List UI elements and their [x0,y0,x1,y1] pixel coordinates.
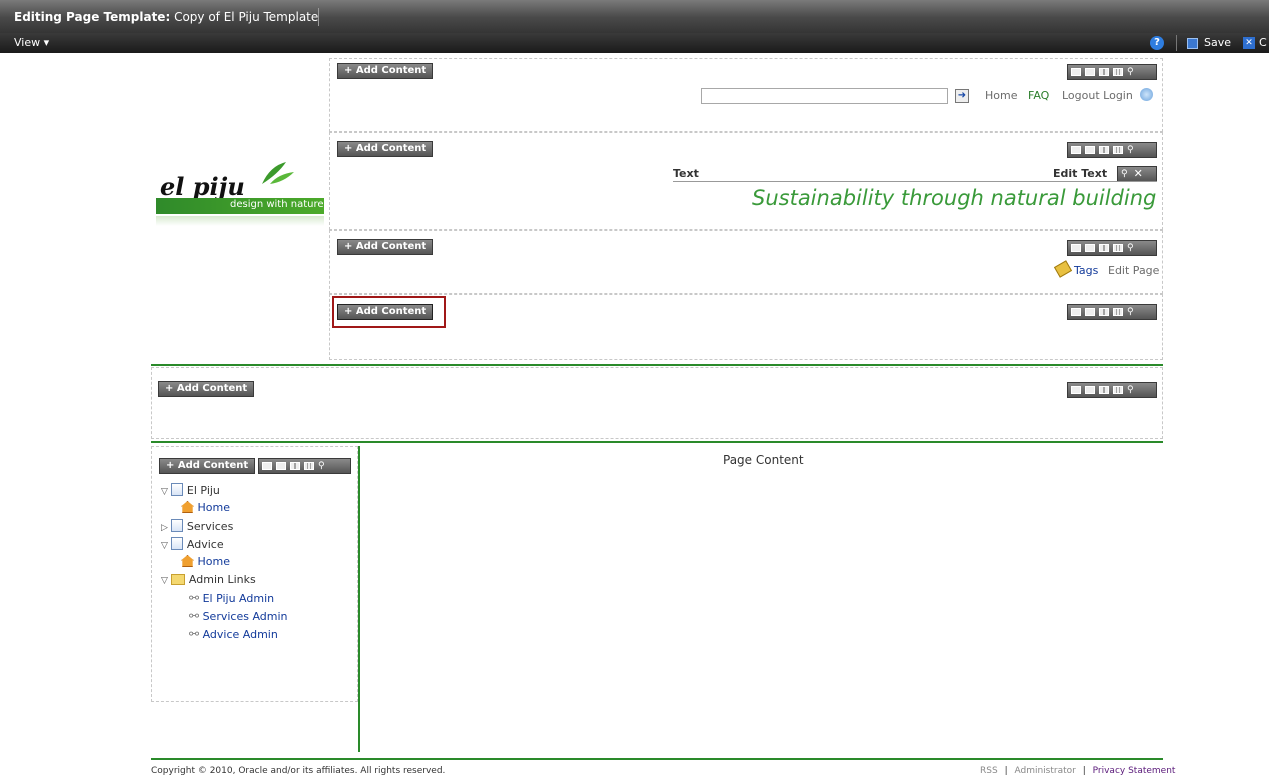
expand-icon[interactable]: ▽ [161,576,168,586]
text-divider [673,181,1157,182]
edit-text-link[interactable]: Edit Text [1053,167,1107,180]
layout-controls[interactable]: ⚲ [1067,304,1157,320]
search-input[interactable] [701,88,948,104]
logo-text: el piju [160,172,245,201]
toolbar-divider [1176,35,1177,51]
sidebar-divider [358,446,360,752]
tree-item[interactable]: ⚯ Advice Admin [189,627,278,641]
collapse-icon[interactable]: ▷ [161,523,168,533]
region-tags [329,230,1163,294]
layout-controls[interactable]: ⚲ [1067,142,1157,158]
tree-item[interactable]: ▽ El Piju [161,483,220,497]
tags-link[interactable]: Tags [1074,264,1098,277]
tree-item[interactable]: ▽ Advice [161,537,224,551]
region-divider [151,364,1163,366]
page-title: Editing Page Template: Copy of El Piju T… [14,10,319,24]
tree-item[interactable]: Home [181,555,230,568]
save-button[interactable]: Save [1204,36,1231,49]
tree-item[interactable]: ⚯ Services Admin [189,609,288,623]
add-content-button[interactable]: + Add Content [337,304,434,320]
home-icon [181,555,194,567]
tree-item[interactable]: Home [181,501,230,514]
copyright: Copyright © 2010, Oracle and/or its affi… [151,766,446,776]
logo-tagline: design with nature [230,199,324,210]
folder-icon [171,574,186,585]
edit-page-link[interactable]: Edit Page [1108,264,1159,277]
page-icon [171,483,184,496]
page-icon [171,537,184,550]
nav-link-login[interactable]: Logout Login [1062,89,1133,102]
leaf-icon [256,160,296,186]
logo: el piju design with nature [156,160,324,230]
add-content-button[interactable]: + Add Content [337,239,434,255]
privacy-link[interactable]: Privacy Statement [1093,766,1176,776]
page-icon [171,519,184,532]
rss-link[interactable]: RSS [980,766,998,776]
globe-icon[interactable] [1140,88,1153,101]
link-icon: ⚯ [189,627,200,641]
tree-item[interactable]: ▷ Services [161,519,233,533]
expand-icon[interactable]: ▽ [161,541,168,551]
administrator-link[interactable]: Administrator [1014,766,1075,776]
region-wide [151,367,1163,439]
search-go-icon[interactable]: ➜ [955,89,969,103]
close-button[interactable]: C [1259,36,1267,49]
layout-controls[interactable]: ⚲ [1067,64,1157,80]
title-divider [318,8,319,26]
nav-link-faq[interactable]: FAQ [1028,89,1049,102]
nav-link-home[interactable]: Home [985,89,1017,102]
tree-item[interactable]: ⚯ El Piju Admin [189,591,274,605]
toolbar: View ▾ ? Save ✕ C [0,33,1269,53]
text-controls[interactable]: ⚲ ✕ [1117,166,1157,182]
help-icon[interactable]: ? [1150,36,1164,50]
region-divider [151,441,1163,443]
layout-controls[interactable]: ⚲ [258,458,351,474]
expand-icon[interactable]: ▽ [161,487,168,497]
add-content-button[interactable]: + Add Content [159,458,256,474]
link-icon: ⚯ [189,609,200,623]
layout-controls[interactable]: ⚲ [1067,382,1157,398]
link-icon: ⚯ [189,591,200,605]
view-menu[interactable]: View ▾ [14,36,49,49]
logo-reflection [156,216,324,226]
page-content-label: Page Content [723,453,804,467]
region-empty [329,294,1163,360]
close-icon[interactable]: ✕ [1243,37,1255,49]
site-tagline: Sustainability through natural building [752,186,1157,210]
footer-separator: | [1082,766,1086,776]
layout-controls[interactable]: ⚲ [1067,240,1157,256]
footer-separator: | [1004,766,1008,776]
home-icon [181,501,194,513]
nav-tree: ▽ El Piju Home ▷ Services ▽ Advice Home … [161,483,351,643]
save-icon[interactable] [1187,38,1198,49]
tree-item[interactable]: ▽ Admin Links [161,573,256,586]
footer-divider [151,758,1163,760]
add-content-button[interactable]: + Add Content [337,141,434,157]
add-content-button[interactable]: + Add Content [337,63,434,79]
add-content-button[interactable]: + Add Content [158,381,255,397]
footer-links: RSS | Administrator | Privacy Statement [980,766,1175,776]
text-label: Text [673,167,699,180]
